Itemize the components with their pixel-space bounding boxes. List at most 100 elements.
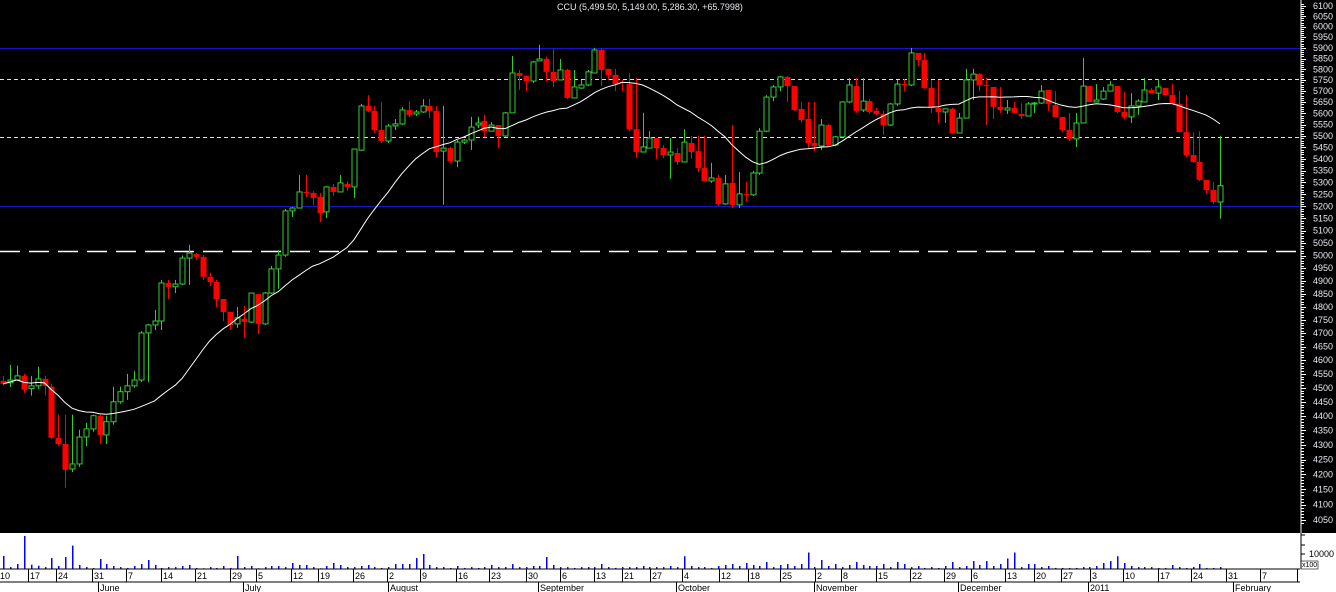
candle-body-up [956, 117, 963, 134]
candle-body-up [358, 105, 365, 151]
volume-bar [155, 564, 157, 569]
candle-body-up [894, 83, 901, 105]
volume-bar [333, 563, 335, 569]
candle-body-up [970, 73, 977, 81]
candle-body-up [323, 186, 330, 213]
volume-bar [409, 564, 411, 569]
volume-bar [1034, 564, 1036, 569]
candle-body-up [750, 172, 757, 196]
price-tick-label: 5650 [1313, 97, 1333, 107]
candle-body-down [406, 109, 413, 115]
price-tick-label: 4450 [1313, 397, 1333, 407]
candle-body-up [337, 182, 344, 193]
candle-body-up [488, 124, 495, 132]
candle-body-down [928, 88, 935, 108]
price-tick-label: 4550 [1313, 369, 1333, 379]
candle-body-up [1093, 99, 1100, 103]
candle [282, 208, 289, 257]
candle-body-up [124, 385, 131, 393]
volume-bar [732, 564, 734, 569]
volume-bar [1007, 558, 1009, 569]
candle-body-down [1162, 88, 1169, 96]
month-label: 2011 [1090, 583, 1109, 592]
price-tick-label: 4150 [1313, 484, 1333, 494]
date-tick-label: 4 [684, 571, 689, 581]
volume-bar [491, 564, 493, 569]
candle-body-up [172, 283, 179, 288]
price-tick-label: 4300 [1313, 440, 1333, 450]
candle-body-up [351, 148, 358, 188]
volume-bar [423, 554, 425, 569]
candle [756, 127, 763, 175]
date-tick-label: 13 [596, 571, 606, 581]
candle-body-up [963, 79, 970, 119]
price-tick-label: 4800 [1313, 302, 1333, 312]
candle-body-down [811, 143, 818, 147]
candle [138, 331, 145, 382]
candle-body-up [110, 401, 117, 423]
candle [399, 107, 406, 126]
candle-body-down [1086, 86, 1093, 102]
candle [262, 291, 269, 325]
volume-bar [684, 556, 686, 569]
candle-body-up [1025, 103, 1032, 117]
candle-body-down [1121, 111, 1128, 117]
date-tick-label: 18 [750, 571, 760, 581]
candle-body-up [76, 436, 83, 465]
candle-body-up [289, 207, 296, 212]
volume-bar [835, 564, 837, 569]
month-label: October [678, 583, 710, 592]
candle-body-up [454, 141, 461, 162]
date-tick-label: 30 [528, 571, 538, 581]
volume-bar [746, 563, 748, 569]
volume-bar [897, 561, 899, 569]
volume-bar [368, 564, 370, 569]
volume-bar [51, 558, 53, 569]
candle-body-down [873, 110, 880, 115]
volume-bar [3, 555, 5, 569]
candle-body-up [69, 463, 76, 470]
candle-body-up [1100, 90, 1107, 100]
candle-body-up [1004, 107, 1011, 111]
candle-body-up [296, 191, 303, 209]
candle-body-up [763, 96, 770, 132]
candle-body-up [770, 86, 777, 98]
candle-body-down [976, 74, 983, 85]
volume-bar [299, 564, 301, 569]
date-tick-label: 25 [782, 571, 792, 581]
volume-bar [189, 564, 191, 569]
candle-body-down [550, 71, 557, 82]
candle-body-down [97, 415, 104, 435]
candle-body-down [798, 108, 805, 121]
candle-body-up [646, 137, 653, 149]
candle-body-down [1011, 107, 1018, 113]
volume-bar [808, 552, 810, 569]
candle-body-down [674, 152, 681, 162]
candle-body-up [536, 58, 543, 62]
price-tick-label: 5350 [1313, 166, 1333, 176]
candle-body-down [1114, 86, 1121, 112]
candle-body-up [28, 385, 35, 390]
candle [887, 103, 894, 126]
month-label: February [1235, 583, 1272, 592]
date-tick-label: 13 [1007, 571, 1017, 581]
candle [1162, 88, 1169, 96]
candle-body-down [310, 192, 317, 198]
candle-body-up [681, 141, 688, 163]
candle-body-up [179, 257, 186, 285]
date-tick-label: 24 [1193, 571, 1203, 581]
candle-body-up [158, 282, 165, 322]
candle-body-down [200, 256, 207, 277]
candle-body-up [1107, 84, 1114, 92]
candle [1025, 101, 1032, 117]
candle [200, 255, 207, 280]
date-tick-label: 21 [197, 571, 207, 581]
price-tick-label: 5150 [1313, 213, 1333, 223]
candle-body-down [371, 110, 378, 131]
candle-body-down [378, 130, 385, 141]
candle-body-down [317, 196, 324, 214]
candle-body-up [268, 268, 275, 294]
price-tick-label: 6000 [1313, 22, 1333, 32]
price-tick-label: 4750 [1313, 315, 1333, 325]
date-tick-label: 16 [458, 571, 468, 581]
